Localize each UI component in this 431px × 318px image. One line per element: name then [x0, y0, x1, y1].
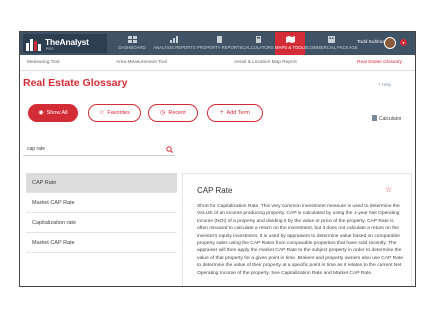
subnav-real-estate-glossary[interactable]: Real Estate Glossary [357, 60, 402, 65]
show-all-button[interactable]: ◉ Show All [28, 104, 78, 122]
calculator-label: Calculator [379, 116, 402, 122]
add-term-button[interactable]: + Add Term [207, 104, 263, 122]
nav-label: DASHBOARD [118, 45, 146, 50]
page-title: Real Estate Glossary [23, 77, 128, 89]
list-item[interactable]: Market CAP Rate [26, 193, 177, 213]
app-logo[interactable]: TheAnalyst PRO [23, 34, 107, 53]
term-list: CAP Rate Market CAP Rate Capitalization … [26, 173, 177, 253]
recent-label: Recent [168, 110, 186, 116]
list-item[interactable]: Market CAP Rate [26, 233, 177, 253]
subnav-aerial-location-map-report[interactable]: Aerial & Location Map Report [234, 60, 297, 65]
logo-subtitle: PRO [46, 47, 54, 51]
eye-icon: ◉ [38, 110, 44, 116]
list-item[interactable]: Capitalization rate [26, 213, 177, 233]
show-all-label: Show All [46, 110, 68, 116]
favorite-star-icon[interactable]: ☆ [385, 185, 392, 194]
nav-label: PROPERTY REPORTS [197, 45, 243, 50]
nav-label: CALCULATORS [242, 45, 274, 50]
avatar[interactable] [384, 37, 396, 49]
nav-maps-tools[interactable]: MAPS & TOOLS [275, 32, 307, 55]
star-icon: ☆ [98, 110, 105, 116]
document-icon [216, 36, 222, 43]
definition-panel: CAP Rate ☆ Short for Capitalization Rate… [182, 173, 412, 286]
nav-property-reports[interactable]: PROPERTY REPORTS [197, 32, 243, 55]
plus-icon: + [220, 110, 224, 116]
top-navigation: TheAnalyst PRO DASHBOARD ANALYSIS REPORT… [20, 32, 415, 55]
search-input[interactable] [27, 144, 157, 154]
building-icon [327, 36, 335, 43]
favorites-label: Favorites [107, 110, 130, 116]
nav-label: ANALYSIS REPORTS [153, 45, 196, 50]
nav-commercial-package[interactable]: COMMERCIAL PACKAGE [307, 32, 358, 55]
subnav-area-measurement-tool[interactable]: Area Measurement Tool [116, 60, 167, 65]
nav-dashboard[interactable]: DASHBOARD [112, 32, 152, 55]
dashboard-icon [127, 36, 137, 43]
nav-label: MAPS & TOOLS [275, 45, 307, 50]
chevron-down-icon[interactable]: ▾ [400, 39, 407, 46]
recent-button[interactable]: ◷ Recent [148, 104, 198, 122]
definition-body: Short for Capitalization Rate. This very… [197, 204, 403, 276]
help-link[interactable]: ? Help [378, 82, 391, 87]
app-window: TheAnalyst PRO DASHBOARD ANALYSIS REPORT… [19, 31, 416, 287]
nav-analysis-reports[interactable]: ANALYSIS REPORTS [152, 32, 197, 55]
add-term-label: Add Term [226, 110, 250, 116]
logo-text: TheAnalyst [45, 37, 89, 47]
subnav-measuring-tool[interactable]: Measuring Tool [27, 60, 59, 65]
search-icon[interactable] [166, 146, 173, 153]
search-box [23, 143, 175, 156]
sub-navigation: Measuring Tool Area Measurement Tool Aer… [20, 55, 415, 71]
map-icon [285, 36, 295, 43]
nav-calculators[interactable]: CALCULATORS [241, 32, 275, 55]
calculator-icon [372, 115, 377, 121]
skyline-icon [26, 39, 41, 51]
nav-label: COMMERCIAL PACKAGE [307, 45, 358, 50]
calculator-link[interactable]: Calculator [372, 115, 402, 122]
definition-title: CAP Rate [197, 186, 233, 195]
help-label: Help [381, 82, 392, 87]
list-item[interactable]: CAP Rate [26, 173, 177, 193]
calculator-icon [255, 36, 261, 43]
clock-icon: ◷ [160, 110, 166, 116]
favorites-button[interactable]: ☆ Favorites [88, 104, 141, 122]
chart-icon [170, 36, 178, 43]
